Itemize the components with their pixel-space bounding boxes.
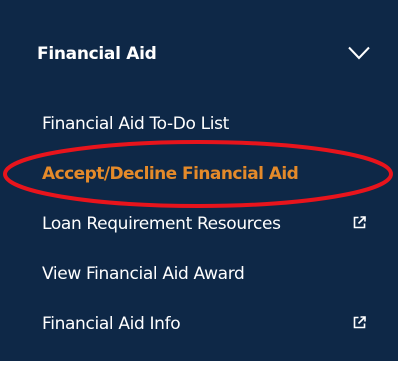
menu-item-loan-requirement-resources[interactable]: Loan Requirement Resources [0, 202, 398, 246]
menu-item-financial-aid-info[interactable]: Financial Aid Info [0, 302, 398, 346]
menu-item-view-financial-aid-award[interactable]: View Financial Aid Award [0, 252, 398, 296]
menu-item-accept-decline-financial-aid[interactable]: Accept/Decline Financial Aid [0, 152, 398, 196]
external-link-icon [353, 316, 366, 329]
menu-item-financial-aid-to-do-list[interactable]: Financial Aid To-Do List [0, 102, 398, 146]
menu-item-label: Financial Aid To-Do List [42, 114, 229, 134]
menu-item-label: Loan Requirement Resources [42, 214, 281, 234]
financial-aid-menu-panel: Financial Aid Financial Aid To-Do List A… [0, 0, 398, 361]
financial-aid-section-header[interactable]: Financial Aid [0, 0, 398, 94]
section-title: Financial Aid [37, 44, 157, 64]
external-link-icon [353, 216, 366, 229]
menu-item-label: Accept/Decline Financial Aid [42, 164, 299, 184]
chevron-down-icon[interactable] [348, 46, 370, 60]
menu-item-label: View Financial Aid Award [42, 264, 245, 284]
menu-item-label: Financial Aid Info [42, 314, 181, 334]
